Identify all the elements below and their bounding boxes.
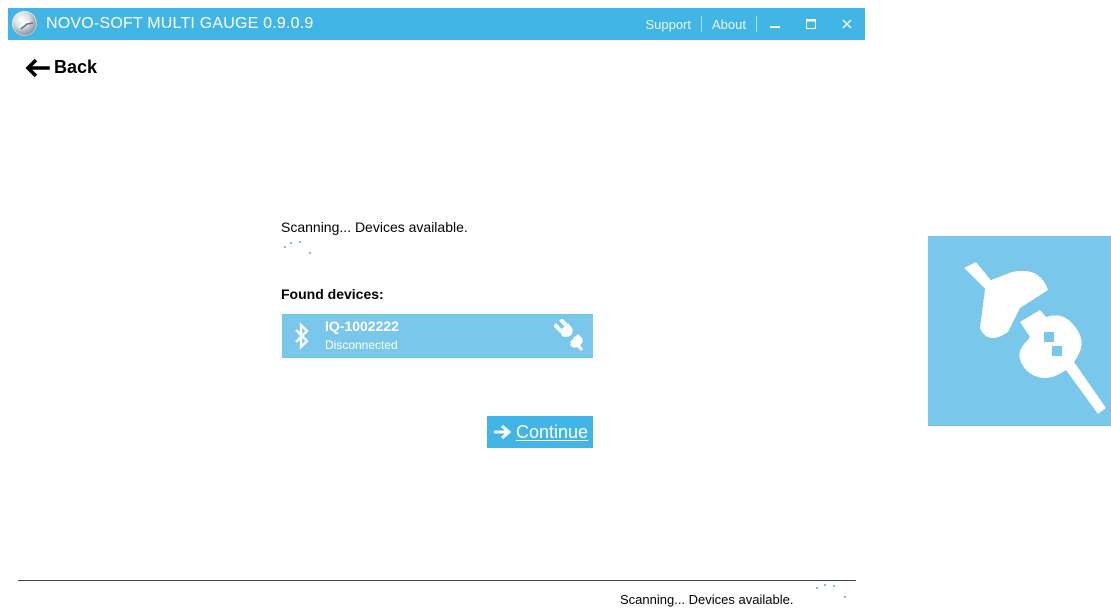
title-bar[interactable]: NOVO-SOFT MULTI GAUGE 0.9.0.9 Support Ab…: [8, 8, 865, 40]
maximize-icon: [806, 19, 816, 29]
app-window: NOVO-SOFT MULTI GAUGE 0.9.0.9 Support Ab…: [0, 0, 865, 608]
device-name: IQ-1002222: [325, 318, 399, 334]
spinner-icon: [284, 240, 314, 258]
continue-button[interactable]: Continue: [487, 416, 593, 448]
continue-label: Continue: [515, 421, 589, 442]
minimize-button[interactable]: [757, 8, 793, 40]
arrow-left-icon: [25, 58, 50, 77]
status-bar-divider: [18, 580, 856, 581]
app-title: NOVO-SOFT MULTI GAUGE 0.9.0.9: [46, 15, 314, 32]
found-devices-heading: Found devices:: [281, 286, 384, 302]
unplugged-icon: [554, 319, 583, 351]
arrow-right-icon: [493, 424, 512, 440]
device-card[interactable]: IQ-1002222 Disconnected: [282, 314, 593, 358]
about-link[interactable]: About: [702, 17, 756, 32]
device-status: Disconnected: [325, 338, 398, 352]
support-link[interactable]: Support: [635, 17, 701, 32]
bluetooth-icon: [295, 322, 309, 350]
maximize-button[interactable]: [793, 8, 829, 40]
close-button[interactable]: [829, 8, 865, 40]
minimize-icon: [770, 26, 780, 28]
zoomed-unplugged-icon-panel: [928, 236, 1111, 426]
close-icon: [842, 19, 852, 29]
back-label: Back: [54, 57, 98, 77]
unplugged-icon: [964, 262, 1106, 414]
scan-status-text: Scanning... Devices available.: [281, 219, 468, 235]
status-spinner-icon: [816, 581, 848, 601]
app-logo-icon: [12, 11, 37, 36]
back-button[interactable]: Back: [24, 57, 97, 78]
status-bar-text: Scanning... Devices available.: [620, 592, 794, 607]
title-menu: Support About: [635, 8, 865, 40]
